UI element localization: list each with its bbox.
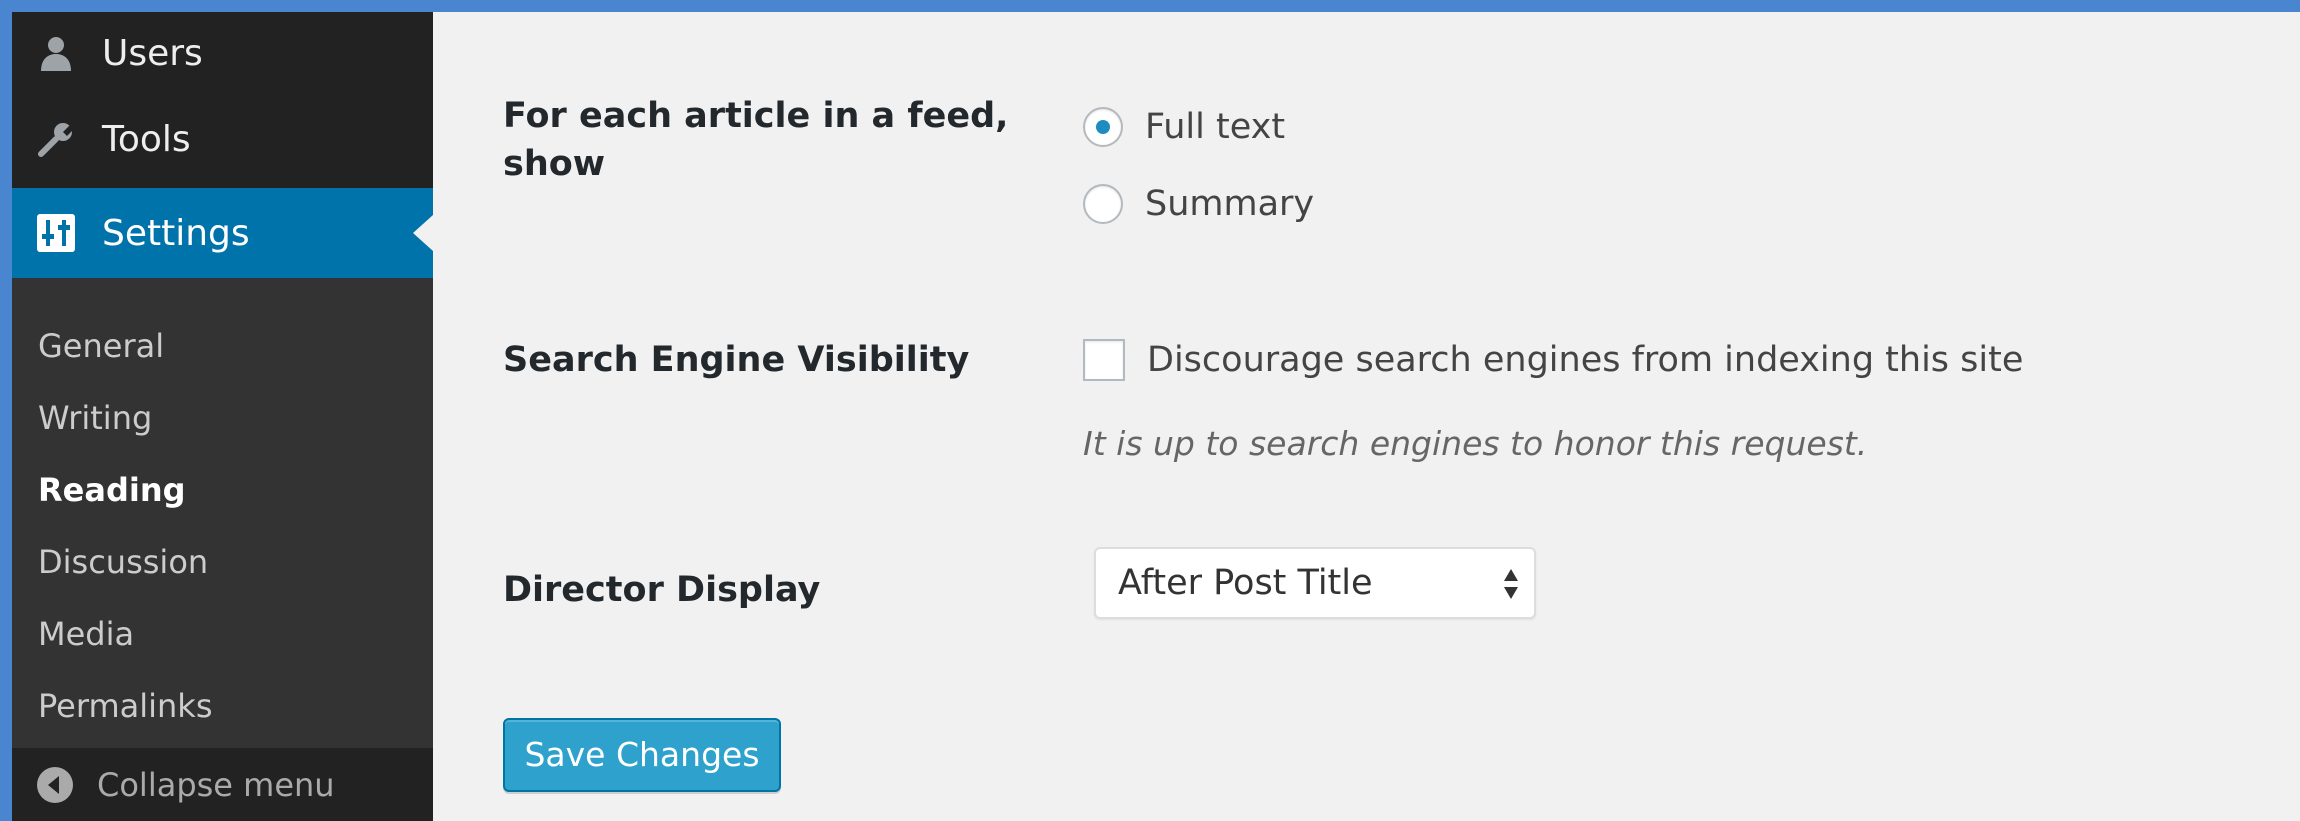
- menu-item-label: Tools: [102, 118, 191, 160]
- menu-item-settings[interactable]: Settings: [12, 188, 433, 278]
- wp-admin-window: Users Tools Settings General Writing Rea…: [12, 12, 2300, 821]
- feed-article-label: For each article in a feed, show: [503, 96, 1009, 184]
- submenu-item-discussion[interactable]: Discussion: [38, 537, 208, 587]
- settings-submenu: General Writing Reading Discussion Media…: [12, 278, 433, 748]
- radio-summary[interactable]: Summary: [1083, 179, 1314, 229]
- collapse-menu-button[interactable]: Collapse menu: [12, 748, 433, 821]
- discourage-search-checkbox-row[interactable]: Discourage search engines from indexing …: [1083, 335, 2023, 385]
- select-arrows-icon: [1502, 567, 1520, 601]
- settings-sliders-icon: [36, 213, 76, 253]
- submenu-item-general[interactable]: General: [38, 321, 164, 371]
- submenu-item-media[interactable]: Media: [38, 609, 134, 659]
- radio-dot: [1096, 120, 1110, 134]
- discourage-search-checkbox[interactable]: [1083, 339, 1125, 381]
- search-visibility-label: Search Engine Visibility: [503, 340, 970, 380]
- wrench-icon: [36, 119, 76, 159]
- checkbox-label: Discourage search engines from indexing …: [1147, 340, 2024, 380]
- admin-sidebar: Users Tools Settings General Writing Rea…: [12, 12, 433, 821]
- submenu-item-reading[interactable]: Reading: [38, 465, 186, 515]
- submenu-item-writing[interactable]: Writing: [38, 393, 152, 443]
- director-display-select[interactable]: After Post Title: [1094, 547, 1536, 619]
- collapse-arrow-icon: [36, 766, 74, 804]
- user-icon: [36, 33, 76, 73]
- collapse-menu-label: Collapse menu: [97, 765, 335, 804]
- menu-item-users[interactable]: Users: [12, 12, 433, 94]
- reading-settings-form: For each article in a feed, show Full te…: [433, 12, 2300, 821]
- director-display-label: Director Display: [503, 570, 821, 610]
- submenu-item-permalinks[interactable]: Permalinks: [38, 681, 212, 731]
- select-value: After Post Title: [1118, 563, 1373, 603]
- radio-label: Summary: [1145, 184, 1315, 224]
- menu-item-label: Settings: [102, 212, 250, 254]
- search-visibility-description: It is up to search engines to honor this…: [1083, 424, 1868, 463]
- menu-item-tools[interactable]: Tools: [12, 94, 433, 184]
- radio-button[interactable]: [1083, 184, 1123, 224]
- menu-item-label: Users: [102, 32, 203, 74]
- save-changes-button[interactable]: Save Changes: [503, 718, 781, 792]
- radio-button-checked[interactable]: [1083, 107, 1123, 147]
- radio-label: Full text: [1145, 107, 1286, 147]
- radio-full-text[interactable]: Full text: [1083, 102, 1285, 152]
